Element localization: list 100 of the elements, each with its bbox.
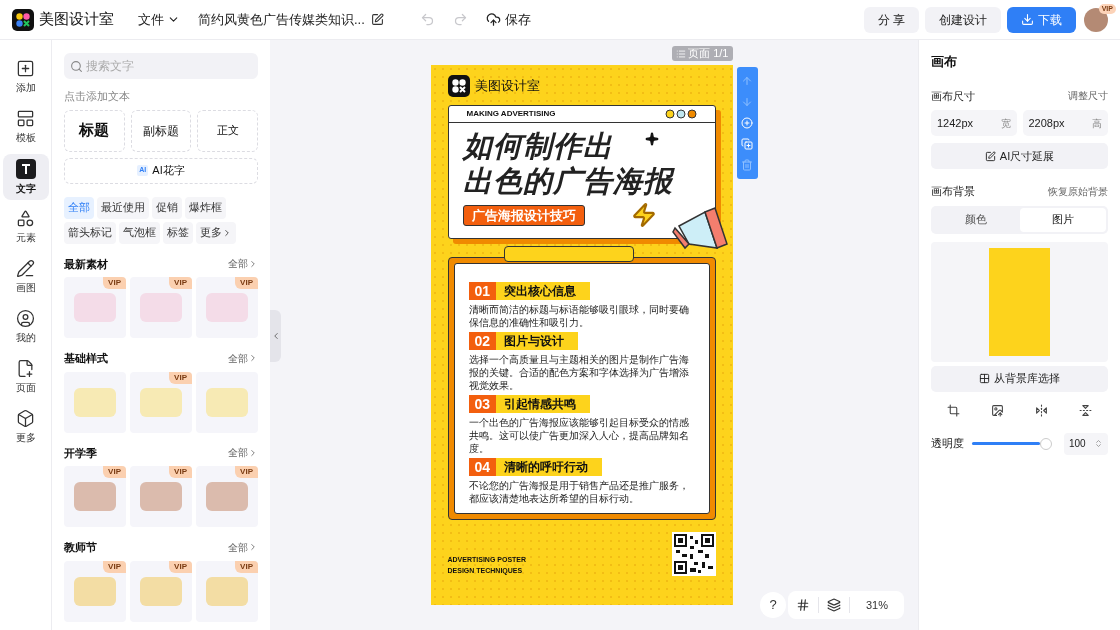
sidebar-item[interactable]: 元素 [2,204,49,250]
view-all-link[interactable]: 全部 [228,539,258,555]
chevron-right-icon [248,542,258,553]
sidebar-item[interactable]: 我的 [2,304,49,350]
zoom-level[interactable]: 31% [857,596,896,614]
sticker-thumbnail[interactable]: VIP [130,371,192,433]
filter-chip[interactable]: 气泡框 [119,221,160,244]
duplicate-icon[interactable] [741,138,753,151]
flip-vertical-icon[interactable] [1079,403,1093,417]
edit-icon[interactable] [370,13,384,26]
section-body: 清晰而简洁的标题与标语能够吸引眼球，同时要确保信息的准确性和吸引力。 [468,303,690,329]
section-heading: 突出核心信息 [503,283,578,300]
vip-badge: VIP [235,466,258,478]
create-design-button[interactable]: 创建设计 [925,6,1001,33]
sticker-thumbnail[interactable]: VIP [130,277,192,338]
size-value: 2208px [1028,115,1065,131]
sidebar-item[interactable]: 页面 [2,354,49,400]
filter-chip[interactable]: 促销 [152,196,182,219]
plus-square-icon [16,59,35,78]
view-all-link[interactable]: 全部 [228,256,258,272]
section-body: 选择一个高质量且与主题相关的图片是制作广告海报的关键。合适的配色方案和字体选择为广告增添视觉效果。 [468,353,690,392]
pencil-icon [16,259,35,278]
sticker-thumbnail[interactable]: VIP [196,560,258,622]
crop-icon[interactable] [946,403,960,417]
size-field[interactable]: 1242px 宽 [931,110,1017,136]
vip-badge: VIP [103,277,126,289]
filter-chip[interactable]: 箭头标记 [64,221,116,244]
grid-icon[interactable] [795,598,810,612]
page-plus-icon [16,359,35,378]
cloud-upload-icon [485,12,501,27]
sidebar-item[interactable]: 添加 [2,54,49,100]
resize-icon [984,150,996,162]
text-preset-button[interactable]: 副标题 [130,109,192,152]
sidebar-item[interactable]: 更多 [2,404,49,450]
poster[interactable] [430,65,733,605]
ai-extend-button[interactable]: AI尺寸延展 [931,143,1108,169]
poster-title-line: 如何制作出 [462,129,613,164]
document-title[interactable]: 简约风黄色广告传媒类知识... [198,9,365,30]
background-tab[interactable]: 图片 [1019,207,1106,232]
filter-chip[interactable]: 最近使用 [97,196,149,219]
search-field[interactable]: 搜索文字 [64,53,258,79]
filter-chip[interactable]: 全部 [64,196,94,219]
stepper-icon [1094,439,1103,448]
shapes-icon [16,209,35,228]
sticker-thumbnail[interactable]: VIP [130,560,192,622]
text-preset-button[interactable]: 标题 [64,109,125,152]
lightning-icon [630,202,657,228]
sticker-thumbnail[interactable]: VIP [64,560,126,622]
section-heading: 引起情感共鸣 [503,396,578,413]
slider-thumb[interactable] [1040,437,1052,450]
filter-chip[interactable]: 爆炸框 [185,196,226,219]
view-all-link[interactable]: 全部 [228,350,258,366]
section-heading: 最新素材 [64,256,108,272]
sticker-thumbnail[interactable] [64,371,126,433]
app-name: 美图设计室 [39,9,114,30]
logo-icon [447,75,470,97]
background-library-button[interactable]: 从背景库选择 [931,365,1108,392]
layers-icon[interactable] [826,598,841,612]
sticker-thumbnail[interactable]: VIP [196,466,258,527]
download-icon [1021,13,1034,26]
add-page-icon[interactable] [741,116,753,129]
opacity-value: 100 [1069,437,1086,451]
background-tab[interactable]: 颜色 [933,207,1020,232]
sparkle-icon [644,132,659,146]
view-all-link[interactable]: 全部 [228,445,258,461]
section-heading: 教师节 [64,540,97,555]
share-button[interactable]: 分 享 [863,6,919,33]
sticker-thumbnail[interactable]: VIP [196,277,258,338]
filter-chip[interactable]: 标签 [163,221,193,244]
opacity-field[interactable]: 100 [1064,432,1108,455]
opacity-slider[interactable] [972,437,1052,450]
trash-icon[interactable] [741,159,753,172]
filter-chip[interactable]: 更多 [196,221,236,244]
vip-badge: VIP [169,466,192,478]
save-button[interactable]: 保存 [485,9,531,30]
sticker-thumbnail[interactable]: VIP [64,466,126,527]
poster-subtitle: 广告海报设计技巧 [462,205,585,226]
flip-horizontal-icon[interactable] [1035,403,1049,417]
section-heading: 开学季 [64,445,97,461]
resize-link[interactable]: 调整尺寸 [1068,88,1108,104]
image-icon[interactable] [990,403,1004,417]
window-controls-icon [664,109,697,119]
download-button[interactable]: 下载 [1007,6,1076,33]
text-icon [15,158,36,179]
restore-link[interactable]: 恢复原始背景 [1048,183,1108,199]
sticker-thumbnail[interactable] [196,371,258,433]
collapse-handle[interactable] [270,310,281,362]
sticker-thumbnail[interactable]: VIP [130,466,192,527]
size-field[interactable]: 2208px 高 [1022,110,1108,136]
chevron-right-icon [248,353,258,364]
search-icon [70,59,83,73]
sidebar-item[interactable]: 文字 [2,154,49,200]
sidebar-item[interactable]: 模板 [2,104,49,150]
chevron-right-icon [248,447,258,458]
help-button[interactable]: ? [760,592,786,618]
sidebar-item[interactable]: 画图 [2,254,49,300]
file-menu[interactable]: 文件 [138,9,180,30]
sticker-thumbnail[interactable]: VIP [64,277,126,338]
text-preset-button[interactable]: 正文 [197,109,258,152]
vip-badge: VIP [103,466,126,478]
